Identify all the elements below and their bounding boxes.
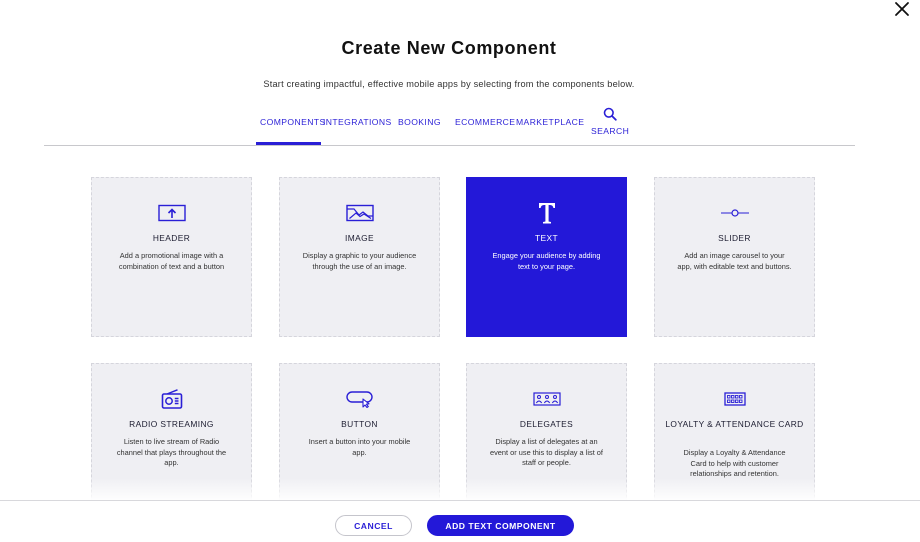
component-card-text[interactable]: TEXT Engage your audience by adding text… bbox=[466, 177, 627, 337]
component-description: Add an image carousel to your app, with … bbox=[677, 251, 792, 271]
close-icon bbox=[895, 2, 909, 16]
tab-components[interactable]: COMPONENTS bbox=[260, 117, 326, 127]
tab-search-label: SEARCH bbox=[591, 126, 630, 136]
text-icon bbox=[467, 202, 626, 224]
tab-ecommerce[interactable]: ECOMMERCE bbox=[455, 117, 515, 127]
component-card-image[interactable]: IMAGE Display a graphic to your audience… bbox=[279, 177, 440, 337]
dialog-subtitle: Start creating impactful, effective mobi… bbox=[263, 79, 635, 89]
dialog-footer: CANCEL ADD TEXT COMPONENT bbox=[0, 500, 920, 542]
image-icon bbox=[280, 202, 439, 224]
search-icon bbox=[603, 107, 617, 121]
category-tabs: COMPONENTS INTEGRATIONS BOOKING ECOMMERC… bbox=[0, 107, 920, 147]
slider-icon bbox=[655, 202, 814, 224]
component-name: IMAGE bbox=[345, 233, 374, 243]
dialog-title: Create New Component bbox=[341, 38, 557, 58]
component-name: RADIO STREAMING bbox=[129, 419, 214, 429]
tab-booking[interactable]: BOOKING bbox=[398, 117, 441, 127]
tab-integrations[interactable]: INTEGRATIONS bbox=[323, 117, 392, 127]
header-icon bbox=[92, 202, 251, 224]
component-card-header[interactable]: HEADER Add a promotional image with a co… bbox=[91, 177, 252, 337]
add-text-component-button[interactable]: ADD TEXT COMPONENT bbox=[427, 515, 574, 536]
component-description: Display a list of delegates at an event … bbox=[490, 437, 603, 468]
component-description: Display a Loyalty & Attendance Card to h… bbox=[683, 448, 786, 479]
component-description: Engage your audience by adding text to y… bbox=[492, 251, 601, 271]
component-description: Display a graphic to your audience throu… bbox=[302, 251, 417, 271]
component-name: BUTTON bbox=[341, 419, 378, 429]
tabs-divider bbox=[44, 145, 855, 146]
component-description: Add a promotional image with a combinati… bbox=[118, 251, 225, 271]
tab-search[interactable]: SEARCH bbox=[591, 107, 629, 136]
component-name: SLIDER bbox=[718, 233, 751, 243]
tab-marketplace[interactable]: MARKETPLACE bbox=[516, 117, 584, 127]
button-icon bbox=[280, 388, 439, 410]
component-name: LOYALTY & ATTENDANCE CARD bbox=[665, 419, 804, 429]
close-button[interactable] bbox=[893, 0, 911, 18]
cancel-button[interactable]: CANCEL bbox=[335, 515, 412, 536]
component-name: DELEGATES bbox=[519, 419, 574, 429]
radio-icon bbox=[92, 388, 251, 410]
scroll-fade bbox=[0, 478, 920, 500]
component-description: Insert a button into your mobile app. bbox=[308, 437, 411, 457]
component-name: TEXT bbox=[534, 233, 558, 243]
component-description: Listen to live stream of Radio channel t… bbox=[116, 437, 227, 468]
loyalty-card-icon bbox=[655, 388, 814, 410]
component-name: HEADER bbox=[152, 233, 191, 243]
component-card-slider[interactable]: SLIDER Add an image carousel to your app… bbox=[654, 177, 815, 337]
delegates-icon bbox=[467, 388, 626, 410]
